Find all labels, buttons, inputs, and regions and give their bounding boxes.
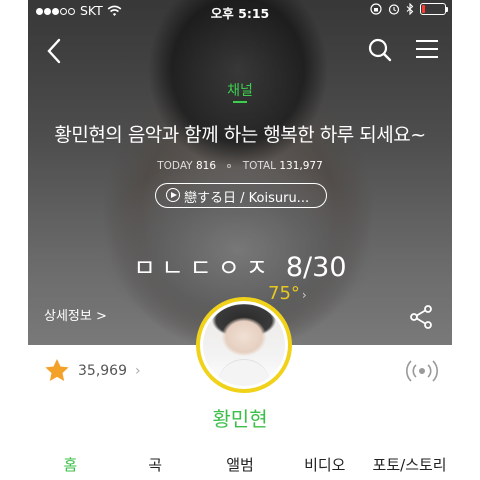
likes-chevron-icon: ›: [135, 362, 141, 379]
search-icon[interactable]: [368, 38, 392, 62]
back-chevron-icon[interactable]: [46, 38, 62, 64]
alarm-icon: [388, 4, 400, 15]
battery-level-fill: [422, 5, 425, 13]
radio-broadcast-icon[interactable]: [404, 358, 440, 384]
channel-headline: 황민현의 음악과 함께 하는 행복한 하루 되세요~: [54, 124, 426, 146]
orientation-lock-icon: [370, 3, 382, 15]
likes-count: 35,969: [78, 362, 127, 379]
tab-home[interactable]: 홈: [28, 454, 113, 480]
play-icon: [166, 188, 180, 202]
likes-button[interactable]: 35,969 ›: [44, 358, 141, 383]
star-icon: [45, 359, 69, 381]
tab-photo-story[interactable]: 포토/스토리: [367, 454, 452, 480]
channel-label-underline: [233, 101, 247, 103]
weather-date: 8/30: [285, 252, 347, 283]
channel-label: 채널: [227, 83, 253, 99]
now-playing-title: 戀する日 / Koisuru...: [184, 191, 310, 206]
today-count: 816: [195, 160, 216, 172]
hamburger-menu-icon[interactable]: [416, 40, 438, 60]
total-label: TOTAL: [242, 160, 276, 172]
today-label: TODAY: [157, 160, 193, 172]
detail-info-link[interactable]: 상세정보 >: [44, 305, 107, 324]
weather-text: ㅁㄴㄷㅇㅈ: [133, 254, 274, 282]
channel-tabs: 홈 곡 앨범 비디오 포토/스토리: [28, 454, 452, 480]
stats-separator: [227, 164, 232, 168]
total-count: 131,977: [279, 160, 323, 172]
artist-name: 황민현: [212, 407, 268, 431]
status-right: [370, 3, 448, 15]
tab-albums[interactable]: 앨범: [198, 454, 283, 480]
bluetooth-icon: [406, 3, 414, 15]
tab-videos[interactable]: 비디오: [282, 454, 367, 480]
artist-avatar-photo: [203, 304, 285, 386]
share-icon[interactable]: [408, 304, 434, 330]
temperature[interactable]: 75° ›: [268, 283, 307, 304]
temperature-chevron-icon: ›: [301, 288, 307, 302]
temperature-value: 75°: [268, 283, 300, 304]
battery-icon: [420, 3, 448, 15]
artist-avatar[interactable]: [196, 297, 292, 393]
weather-banner: ㅁㄴㄷㅇㅈ 8/30: [28, 248, 452, 283]
now-playing-button[interactable]: 戀する日 / Koisuru...: [155, 183, 327, 208]
visitor-stats: TODAY 816 TOTAL 131,977: [28, 160, 452, 172]
status-bar: SKT 오후 5:15: [28, 0, 452, 22]
tab-songs[interactable]: 곡: [113, 454, 198, 480]
artist-channel-screen: SKT 오후 5:15 채널 황민현의 음악과 함께 하는 행복한 하루 되세요…: [0, 0, 480, 480]
